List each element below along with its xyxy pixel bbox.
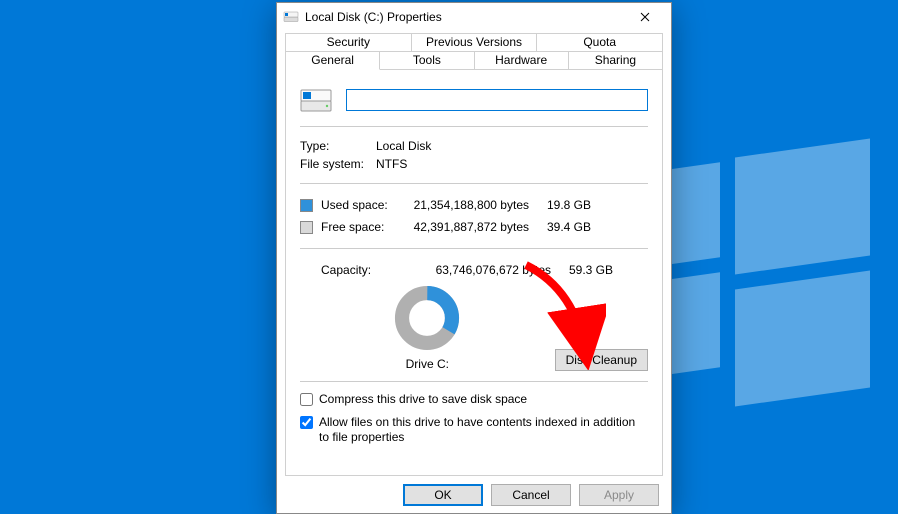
separator [300,248,648,249]
index-label: Allow files on this drive to have conten… [319,415,648,445]
disk-icon [300,84,332,116]
index-checkbox-row[interactable]: Allow files on this drive to have conten… [300,415,648,445]
separator [300,381,648,382]
filesystem-value: NTFS [376,155,407,173]
tab-panel-general: Type: Local Disk File system: NTFS Used sp… [285,70,663,476]
used-space-swatch [300,199,313,212]
tab-sharing[interactable]: Sharing [569,51,663,70]
index-checkbox[interactable] [300,416,313,429]
properties-dialog: Local Disk (C:) Properties Security Prev… [276,2,672,514]
free-space-bytes: 42,391,887,872 bytes [399,216,529,238]
separator [300,183,648,184]
free-space-human: 39.4 GB [529,216,591,238]
used-space-bytes: 21,354,188,800 bytes [399,194,529,216]
ok-button[interactable]: OK [403,484,483,506]
tab-general[interactable]: General [286,51,380,70]
used-space-human: 19.8 GB [529,194,591,216]
capacity-label: Capacity: [300,259,421,281]
close-button[interactable] [625,3,665,31]
tab-hardware[interactable]: Hardware [475,51,569,70]
capacity-human: 59.3 GB [551,259,613,281]
used-space-label: Used space: [321,194,399,216]
separator [300,126,648,127]
titlebar[interactable]: Local Disk (C:) Properties [277,3,671,31]
drive-icon [283,9,299,25]
cancel-button[interactable]: Cancel [491,484,571,506]
tab-quota[interactable]: Quota [537,33,663,52]
type-value: Local Disk [376,137,431,155]
tab-strip: Security Previous Versions Quota General… [285,33,663,476]
tab-tools[interactable]: Tools [380,51,474,70]
tab-previous-versions[interactable]: Previous Versions [412,33,538,52]
drive-label: Drive C: [406,357,449,371]
compress-checkbox-row[interactable]: Compress this drive to save disk space [300,392,648,407]
compress-label: Compress this drive to save disk space [319,392,648,407]
free-space-label: Free space: [321,216,399,238]
apply-button[interactable]: Apply [579,484,659,506]
dialog-button-row: OK Cancel Apply [277,476,671,514]
type-label: Type: [300,137,370,155]
usage-pie-chart [394,285,460,351]
close-icon [640,12,650,22]
desktop: Local Disk (C:) Properties Security Prev… [0,0,898,514]
tab-security[interactable]: Security [286,33,412,52]
capacity-bytes: 63,746,076,672 bytes [421,259,551,281]
filesystem-label: File system: [300,155,370,173]
free-space-swatch [300,221,313,234]
compress-checkbox[interactable] [300,393,313,406]
disk-cleanup-button[interactable]: Disk Cleanup [555,349,648,371]
window-title: Local Disk (C:) Properties [305,10,625,24]
volume-name-input[interactable] [346,89,648,111]
